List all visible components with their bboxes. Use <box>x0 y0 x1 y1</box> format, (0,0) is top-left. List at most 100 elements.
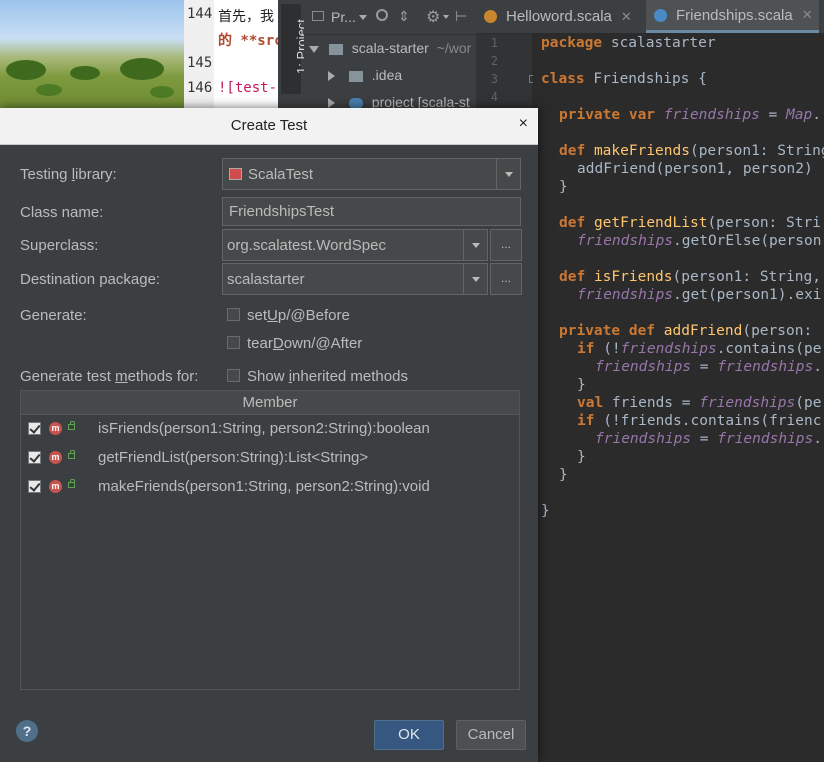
destination-package-label: Destination package: <box>20 271 161 288</box>
member-signature: isFriends(person1:String, person2:String… <box>98 420 430 437</box>
class-name-label: Class name: <box>20 204 104 221</box>
table-row[interactable]: m isFriends(person1:String, person2:Stri… <box>21 416 519 445</box>
tree-item-label: scala-starter <box>351 40 429 56</box>
method-icon: m <box>49 422 62 435</box>
destination-package-browse-button[interactable]: ... <box>490 263 522 295</box>
view-dropdown[interactable]: Pr... <box>331 9 356 25</box>
member-checkbox[interactable] <box>28 451 41 464</box>
member-checkbox[interactable] <box>28 480 41 493</box>
scala-object-icon <box>484 10 497 23</box>
generate-label: Generate: <box>20 307 87 324</box>
show-inherited-label[interactable]: Show inherited methods <box>247 368 408 385</box>
tree-item-root[interactable]: scala-starter ~/wor <box>309 40 471 56</box>
setup-label[interactable]: setUp/@Before <box>247 307 350 324</box>
landscape-image <box>0 0 184 110</box>
chevron-down-icon[interactable] <box>443 15 449 19</box>
tree-shape <box>36 84 62 96</box>
setup-checkbox[interactable] <box>227 308 240 321</box>
code-line: private def addFriend(person: <box>559 323 813 339</box>
tool-window-strip: 1: Project <box>278 0 309 110</box>
cancel-button[interactable]: Cancel <box>456 720 526 750</box>
superclass-browse-button[interactable]: ... <box>490 229 522 261</box>
line-number: 145 <box>187 55 213 71</box>
chevron-down-icon[interactable] <box>496 159 520 189</box>
superclass-label: Superclass: <box>20 237 99 254</box>
markdown-line: ![test-c <box>218 80 278 96</box>
line-number: 4 <box>490 90 498 104</box>
chevron-down-icon[interactable] <box>463 264 487 294</box>
class-name-field[interactable]: FriendshipsTest <box>222 197 521 226</box>
testing-library-value: ScalaTest <box>248 166 314 183</box>
teardown-label[interactable]: tearDown/@After <box>247 335 362 352</box>
ok-button[interactable]: OK <box>374 720 444 750</box>
code-line: friendships.getOrElse(person <box>577 233 822 249</box>
superclass-combo[interactable]: org.scalatest.WordSpec <box>222 229 488 261</box>
public-lock-icon <box>68 479 75 488</box>
code-line: if (!friendships.contains(pe <box>577 341 822 357</box>
chevron-down-icon[interactable] <box>359 15 367 20</box>
class-name-value: FriendshipsTest <box>229 203 335 220</box>
chevron-right-icon <box>328 98 335 109</box>
table-row[interactable]: m makeFriends(person1:String, person2:St… <box>21 474 519 503</box>
tab-project[interactable]: 1: Project <box>281 4 309 94</box>
testing-library-select[interactable]: ScalaTest <box>222 158 521 190</box>
markdown-line: 首先，我 <box>218 9 274 25</box>
tree-shape <box>6 60 46 80</box>
member-table: Member m isFriends(person1:String, perso… <box>20 390 520 690</box>
show-inherited-checkbox[interactable] <box>227 369 240 382</box>
member-signature: getFriendList(person:String):List<String… <box>98 449 369 466</box>
markdown-editor[interactable]: 144 首先，我 的 **src 145 146 ![test-c <box>184 0 278 110</box>
scalatest-icon <box>229 168 242 180</box>
superclass-value: org.scalatest.WordSpec <box>227 237 386 254</box>
member-column-header[interactable]: Member <box>21 391 519 415</box>
create-test-dialog: Create Test × Testing library: ScalaTest… <box>0 108 538 762</box>
destination-package-combo[interactable]: scalastarter <box>222 263 488 295</box>
testing-library-label: Testing library: <box>20 166 117 183</box>
code-line: } <box>559 467 568 483</box>
gear-icon[interactable]: ⚙ <box>426 7 440 27</box>
code-line: def getFriendList(person: Stri <box>559 215 821 231</box>
project-toolbar: Pr... ⇕ ⚙ ⊢ <box>304 0 476 35</box>
tab-friendships[interactable]: Friendships.scala ✕ <box>646 0 819 33</box>
folder-icon <box>348 70 363 82</box>
table-row[interactable]: m getFriendList(person:String):List<Stri… <box>21 445 519 474</box>
code-line: } <box>577 449 586 465</box>
tree-item-idea[interactable]: .idea <box>328 67 402 83</box>
close-icon[interactable]: × <box>519 115 528 133</box>
close-icon[interactable]: ✕ <box>621 9 632 25</box>
line-number: 3 <box>490 72 498 86</box>
code-line: private var friendships = Map. <box>559 107 821 123</box>
split-icon[interactable]: ⇕ <box>398 8 410 25</box>
code-line: package scalastarter <box>541 35 716 51</box>
scala-class-icon <box>654 8 667 22</box>
code-line: if (!friends.contains(frienc <box>577 413 822 429</box>
teardown-checkbox[interactable] <box>227 336 240 349</box>
code-editor[interactable]: package scalastarter class Friendships {… <box>533 34 824 762</box>
tab-helloword[interactable]: Helloword.scala ✕ <box>484 0 640 33</box>
dialog-title: Create Test <box>230 117 308 134</box>
code-line: val friends = friendships(pe <box>577 395 822 411</box>
project-view-icon <box>312 11 324 21</box>
chevron-down-icon <box>309 45 319 53</box>
destination-package-value: scalastarter <box>227 271 305 288</box>
help-button[interactable]: ? <box>16 720 38 742</box>
code-line: addFriend(person1, person2) <box>577 161 813 177</box>
code-line: } <box>541 503 550 519</box>
line-number: 146 <box>187 80 213 96</box>
tab-label: Helloword.scala <box>506 8 612 25</box>
target-icon[interactable] <box>376 9 388 21</box>
member-checkbox[interactable] <box>28 422 41 435</box>
tree-shape <box>150 86 174 98</box>
chevron-right-icon <box>328 71 335 82</box>
method-icon: m <box>49 480 62 493</box>
markdown-line: 的 **src <box>218 33 278 49</box>
chevron-down-icon[interactable] <box>463 230 487 260</box>
collapse-icon[interactable]: ⊢ <box>455 8 467 25</box>
code-line: } <box>577 377 586 393</box>
project-panel: Pr... ⇕ ⚙ ⊢ scala-starter ~/wor .idea pr… <box>304 0 476 110</box>
line-number: 1 <box>490 36 498 50</box>
code-line: def makeFriends(person1: String <box>559 143 824 159</box>
close-icon[interactable]: ✕ <box>802 7 813 23</box>
methods-for-label: Generate test methods for: <box>20 368 199 385</box>
tree-item-label: .idea <box>371 67 403 83</box>
